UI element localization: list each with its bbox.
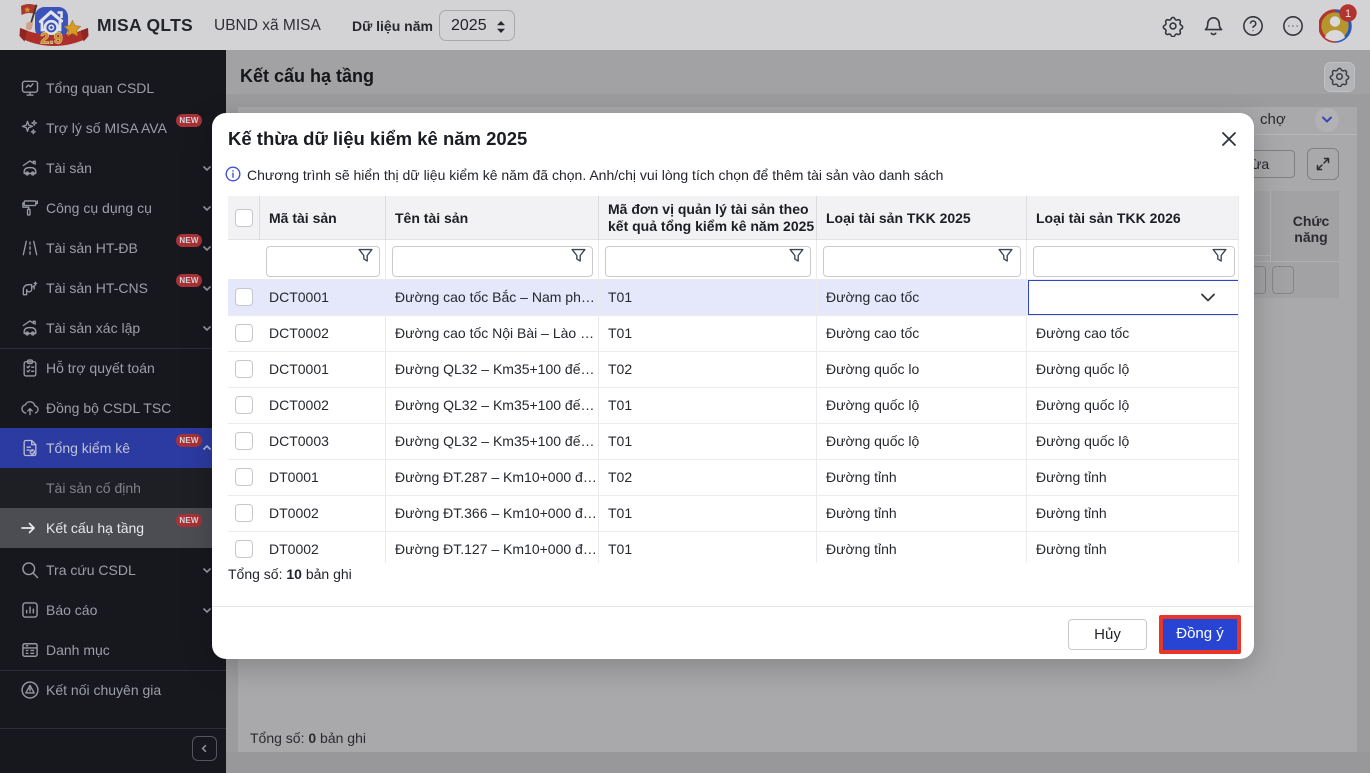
- svg-text:1: 1: [1345, 8, 1351, 20]
- svg-text:2.9: 2.9: [40, 31, 62, 48]
